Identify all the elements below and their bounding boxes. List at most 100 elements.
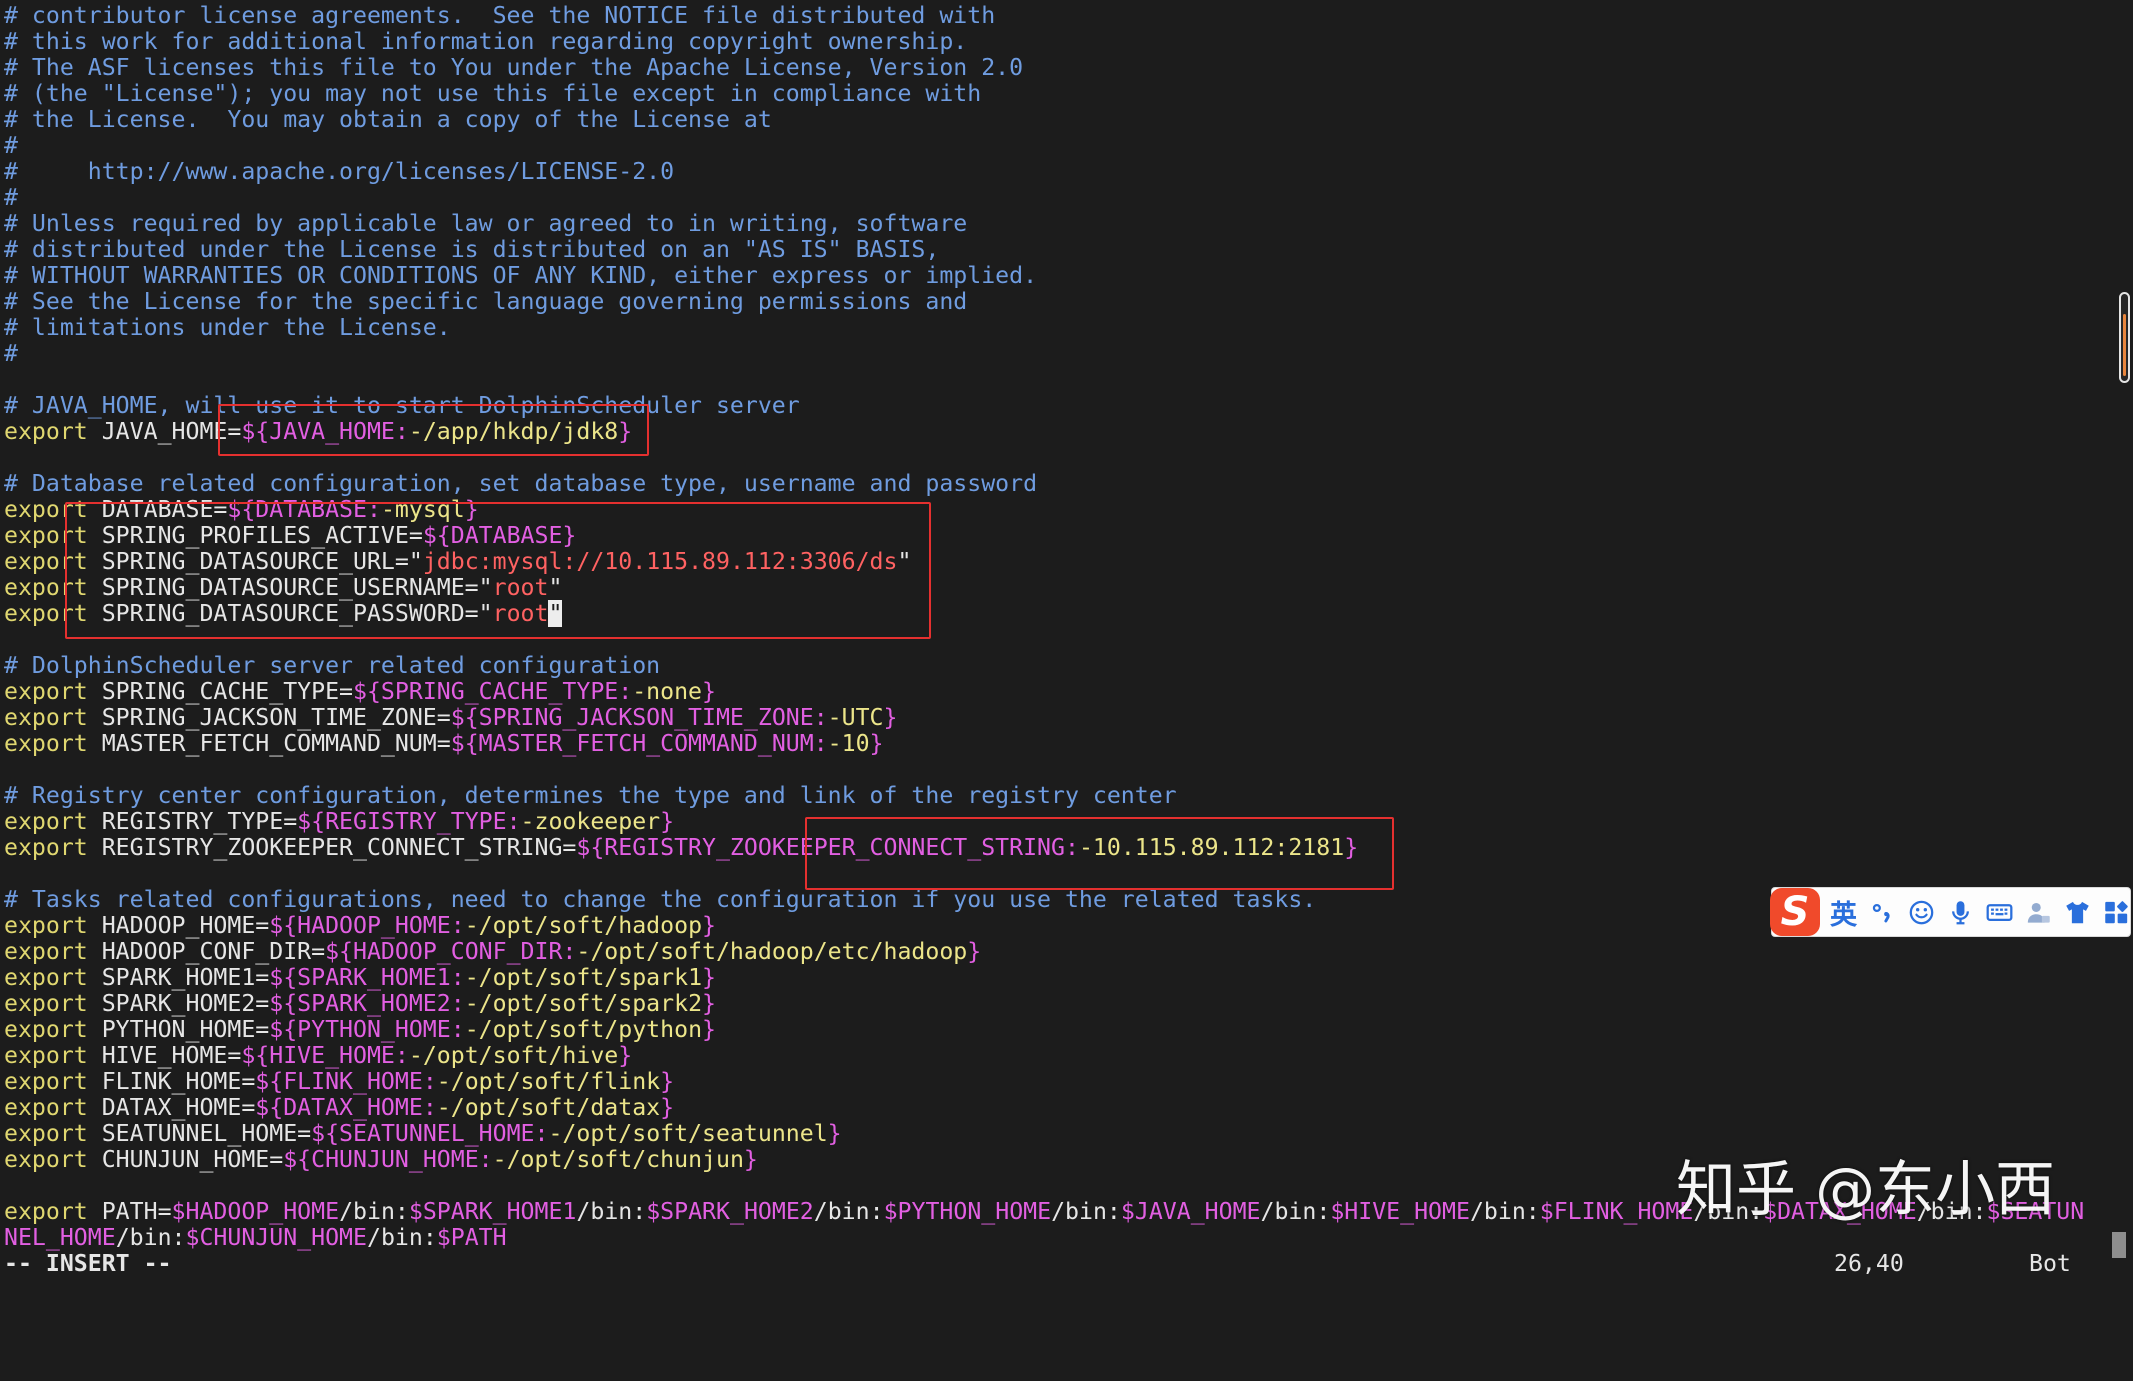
export-keyword: export (4, 834, 88, 861)
variable-reference: ${CHUNJUN_HOME: (283, 1146, 493, 1173)
punctuation-icon[interactable] (1869, 899, 1896, 926)
comment-text: # See the License for the specific langu… (4, 288, 968, 315)
comment-text: # Registry center configuration, determi… (4, 782, 1177, 809)
plain-text: SPARK_HOME1= (87, 964, 270, 991)
variable-reference: ${FLINK_HOME: (255, 1068, 437, 1095)
plain-text: CHUNJUN_HOME= (87, 1146, 284, 1173)
ime-toolbar: S 英 (1770, 887, 2131, 937)
plain-text: /bin: (813, 1198, 884, 1225)
plain-text: REGISTRY_TYPE= (87, 808, 298, 835)
microphone-icon[interactable] (1947, 899, 1974, 926)
code-line: # (4, 133, 2084, 159)
variable-reference: } (702, 964, 716, 991)
default-value: -/opt/soft/hadoop/etc/hadoop (576, 938, 968, 965)
variable-reference: } (660, 1094, 675, 1121)
default-value: -/opt/soft/spark1 (464, 964, 703, 991)
code-line: export SPARK_HOME1=${SPARK_HOME1:-/opt/s… (4, 965, 2084, 991)
comment-text: # Tasks related configurations, need to … (4, 886, 1317, 913)
scrollbar-accent (2123, 314, 2126, 376)
code-line: # limitations under the License. (4, 315, 2084, 341)
comment-text: # distributed under the License is distr… (4, 236, 940, 263)
variable-reference: ${HADOOP_CONF_DIR: (325, 938, 577, 965)
export-keyword: export (4, 1042, 88, 1069)
default-value: -/opt/soft/datax (436, 1094, 661, 1121)
variable-reference: $PATH (436, 1224, 507, 1251)
variable-reference: } (827, 1120, 842, 1147)
plain-text: /bin: (115, 1224, 186, 1251)
plain-text: SPARK_HOME2= (87, 990, 270, 1017)
variable-reference: } (702, 678, 716, 705)
code-line: export HADOOP_CONF_DIR=${HADOOP_CONF_DIR… (4, 939, 2084, 965)
code-line: export PYTHON_HOME=${PYTHON_HOME:-/opt/s… (4, 1017, 2084, 1043)
code-line: export HIVE_HOME=${HIVE_HOME:-/opt/soft/… (4, 1043, 2084, 1069)
code-line: # Unless required by applicable law or a… (4, 211, 2084, 237)
annotation-box-zookeeper (805, 817, 1394, 890)
variable-reference: ${DATAX_HOME: (255, 1094, 437, 1121)
code-line: # (4, 341, 2084, 367)
plain-text: /bin: (366, 1224, 437, 1251)
terminal-editor[interactable]: # contributor license agreements. See th… (0, 0, 2108, 1289)
code-line: # (the "License"); you may not use this … (4, 81, 2084, 107)
ime-logo[interactable]: S (1770, 888, 1820, 936)
export-keyword: export (4, 418, 88, 445)
comment-text: # The ASF licenses this file to You unde… (4, 54, 1024, 81)
plain-text: SPRING_JACKSON_TIME_ZONE= (87, 704, 451, 731)
variable-reference: } (883, 704, 898, 731)
code-line: # this work for additional information r… (4, 29, 2084, 55)
comment-text: # contributor license agreements. See th… (4, 2, 996, 29)
smiley-icon[interactable] (1908, 899, 1935, 926)
export-keyword: export (4, 1146, 88, 1173)
comment-text: # this work for additional information r… (4, 28, 968, 55)
comment-text: # (4, 340, 18, 367)
variable-reference: } (618, 1042, 633, 1069)
mode-indicator: -- INSERT -- (4, 1250, 172, 1277)
ime-language-toggle[interactable]: 英 (1830, 893, 1857, 932)
variable-reference: } (869, 730, 884, 757)
variable-reference: ${REGISTRY_TYPE: (297, 808, 521, 835)
plain-text: /bin: (576, 1198, 647, 1225)
skin-icon[interactable] (2064, 899, 2091, 926)
plain-text: PATH= (87, 1198, 172, 1225)
comment-text: # (4, 132, 18, 159)
export-keyword: export (4, 990, 88, 1017)
export-keyword: export (4, 1198, 88, 1225)
export-keyword: export (4, 1120, 88, 1147)
default-value: -/opt/soft/python (464, 1016, 703, 1043)
user-icon[interactable] (2025, 899, 2052, 926)
plain-text: /bin: (1260, 1198, 1331, 1225)
toolbox-icon[interactable] (2103, 899, 2130, 926)
scrollbar-corner[interactable] (2112, 1232, 2126, 1258)
plain-text: MASTER_FETCH_COMMAND_NUM= (87, 730, 451, 757)
variable-reference: ${HIVE_HOME: (241, 1042, 409, 1069)
default-value: -/opt/soft/hive (408, 1042, 619, 1069)
vim-statusline: -- INSERT -- 26,40 Bot (0, 1251, 2108, 1277)
variable-reference: ${MASTER_FETCH_COMMAND_NUM: (450, 730, 828, 757)
export-keyword: export (4, 1094, 88, 1121)
empty-line (4, 367, 2084, 393)
plain-text: DATAX_HOME= (87, 1094, 256, 1121)
variable-reference: $JAVA_HOME (1120, 1198, 1261, 1225)
comment-text: # Unless required by applicable law or a… (4, 210, 968, 237)
keyboard-icon[interactable] (1986, 899, 2013, 926)
variable-reference: ${PYTHON_HOME: (269, 1016, 465, 1043)
comment-text: # (4, 184, 18, 211)
code-line: # distributed under the License is distr… (4, 237, 2084, 263)
variable-reference: ${SPARK_HOME2: (269, 990, 465, 1017)
code-line: # The ASF licenses this file to You unde… (4, 55, 2084, 81)
comment-text: # DolphinScheduler server related config… (4, 652, 661, 679)
default-value: -/opt/soft/seatunnel (548, 1120, 828, 1147)
code-line: export FLINK_HOME=${FLINK_HOME:-/opt/sof… (4, 1069, 2084, 1095)
variable-reference: } (702, 990, 716, 1017)
plain-text: SEATUNNEL_HOME= (87, 1120, 312, 1147)
default-value: -/opt/soft/flink (436, 1068, 661, 1095)
plain-text: REGISTRY_ZOOKEEPER_CONNECT_STRING= (87, 834, 577, 861)
scrollbar-thumb[interactable] (2119, 292, 2130, 383)
export-keyword: export (4, 730, 88, 757)
variable-reference: $CHUNJUN_HOME (185, 1224, 367, 1251)
code-line: # (4, 185, 2084, 211)
variable-reference: ${SPARK_HOME1: (269, 964, 465, 991)
annotation-box-database (65, 502, 931, 639)
code-line: # contributor license agreements. See th… (4, 3, 2084, 29)
variable-reference: } (702, 912, 716, 939)
code-line: # DolphinScheduler server related config… (4, 653, 2084, 679)
